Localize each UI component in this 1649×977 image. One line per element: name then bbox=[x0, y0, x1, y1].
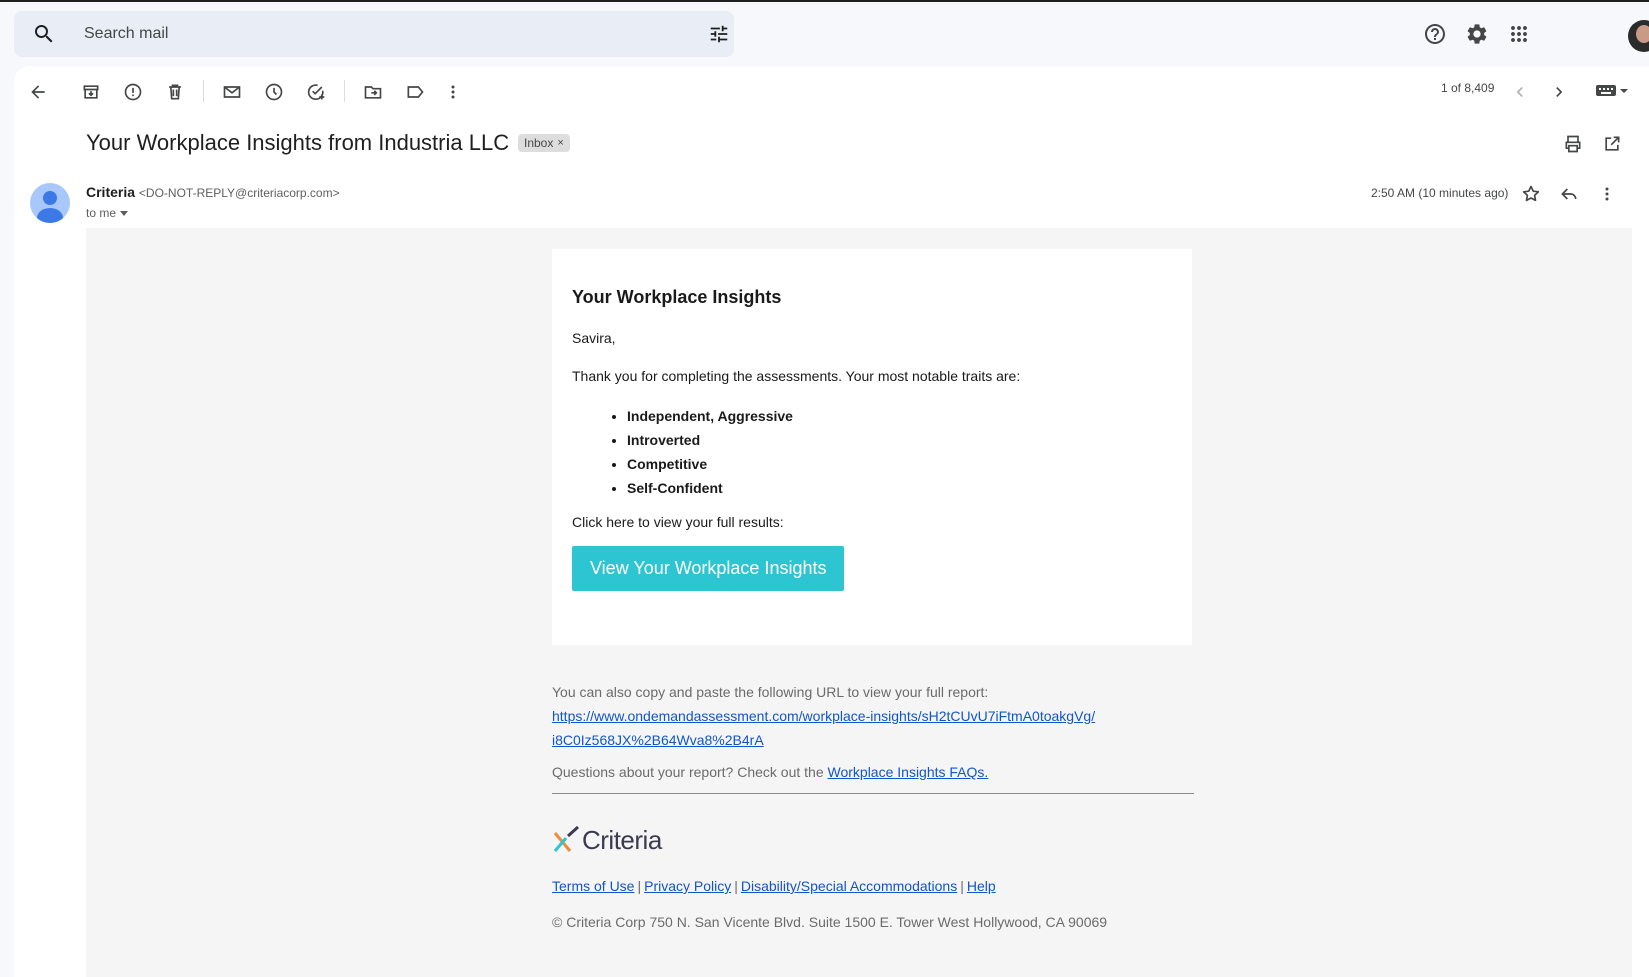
message-counter: 1 of 8,409 bbox=[1441, 81, 1495, 95]
sender-avatar[interactable] bbox=[30, 183, 70, 223]
email-subject: Your Workplace Insights from Industria L… bbox=[86, 130, 510, 155]
print-icon[interactable] bbox=[1563, 134, 1583, 154]
sender-email: <DO-NOT-REPLY@criteriacorp.com> bbox=[138, 186, 340, 200]
move-to-icon[interactable] bbox=[363, 82, 383, 102]
reply-icon[interactable] bbox=[1559, 184, 1579, 204]
archive-icon[interactable] bbox=[81, 82, 101, 102]
search-bar[interactable] bbox=[14, 11, 734, 57]
recipient-dropdown[interactable]: to me bbox=[86, 206, 129, 220]
email-heading: Your Workplace Insights bbox=[572, 287, 782, 307]
faq-text: Questions about your report? Check out t… bbox=[552, 764, 828, 780]
recipient-label: to me bbox=[86, 206, 117, 220]
click-instruction: Click here to view your full results: bbox=[572, 514, 784, 530]
list-item: Competitive bbox=[627, 452, 1172, 476]
faq-paragraph: Questions about your report? Check out t… bbox=[552, 764, 1192, 780]
more-icon[interactable] bbox=[443, 82, 463, 102]
copy-url-text: You can also copy and paste the followin… bbox=[552, 684, 989, 700]
sender-info: Criteria <DO-NOT-REPLY@criteriacorp.com> bbox=[86, 184, 340, 200]
open-new-window-icon[interactable] bbox=[1602, 134, 1622, 154]
traits-list: Independent, Aggressive Introverted Comp… bbox=[627, 404, 1172, 500]
remove-label-icon[interactable]: × bbox=[557, 134, 563, 152]
avatar-body bbox=[37, 208, 63, 223]
add-task-icon[interactable] bbox=[306, 82, 326, 102]
avatar-head bbox=[43, 191, 57, 205]
criteria-logo-mark bbox=[553, 825, 580, 852]
email-footer: You can also copy and paste the followin… bbox=[552, 680, 1194, 930]
prev-icon[interactable] bbox=[1510, 82, 1530, 102]
copyright-text: © Criteria Corp 750 N. San Vicente Blvd.… bbox=[552, 914, 1108, 930]
list-item: Independent, Aggressive bbox=[627, 404, 1172, 428]
back-icon[interactable] bbox=[28, 82, 48, 102]
email-card: Your Workplace Insights Savira, Thank yo… bbox=[552, 249, 1192, 645]
criteria-logo: Criteria bbox=[552, 824, 1192, 856]
copy-url-paragraph: You can also copy and paste the followin… bbox=[552, 680, 1192, 752]
tune-icon[interactable] bbox=[708, 23, 730, 45]
footer-divider bbox=[552, 793, 1194, 794]
top-bar bbox=[0, 2, 1649, 64]
terms-link[interactable]: Terms of Use bbox=[552, 878, 634, 894]
star-icon[interactable] bbox=[1521, 184, 1541, 204]
criteria-logo-text: Criteria bbox=[582, 824, 662, 855]
label-icon[interactable] bbox=[405, 82, 425, 102]
account-avatar[interactable] bbox=[1628, 20, 1649, 52]
chip-label: Inbox bbox=[524, 136, 554, 150]
link-separator: | bbox=[637, 878, 642, 894]
report-spam-icon[interactable] bbox=[123, 82, 143, 102]
report-url-link[interactable]: https://www.ondemandassessment.com/workp… bbox=[552, 708, 1095, 748]
apps-icon[interactable] bbox=[1507, 22, 1531, 46]
link-separator: | bbox=[734, 878, 738, 894]
privacy-link[interactable]: Privacy Policy bbox=[644, 878, 731, 894]
avatar-face bbox=[1636, 25, 1649, 43]
message-panel: 1 of 8,409 Your Workplace Insights from … bbox=[14, 66, 1649, 977]
faq-link[interactable]: Workplace Insights FAQs. bbox=[828, 764, 989, 780]
report-url-line: i8C0Iz568JX%2B64Wva8%2B4rA bbox=[552, 732, 764, 748]
inbox-label-chip[interactable]: Inbox × bbox=[518, 134, 570, 152]
list-item: Introverted bbox=[627, 428, 1172, 452]
toolbar-divider bbox=[344, 80, 345, 102]
view-insights-button[interactable]: View Your Workplace Insights bbox=[572, 546, 845, 591]
more-icon[interactable] bbox=[1597, 184, 1617, 204]
delete-icon[interactable] bbox=[165, 82, 185, 102]
toolbar-divider bbox=[203, 80, 204, 102]
email-body: Your Workplace Insights Savira, Thank yo… bbox=[86, 228, 1632, 977]
intro-text: Thank you for completing the assessments… bbox=[572, 368, 1021, 384]
snooze-icon[interactable] bbox=[264, 82, 284, 102]
report-url-line: https://www.ondemandassessment.com/workp… bbox=[552, 708, 1096, 724]
chevron-down-icon[interactable] bbox=[120, 210, 129, 216]
search-icon[interactable] bbox=[32, 22, 56, 46]
settings-icon[interactable] bbox=[1465, 22, 1489, 46]
email-timestamp: 2:50 AM (10 minutes ago) bbox=[1371, 186, 1509, 200]
help-link[interactable]: Help bbox=[967, 878, 996, 894]
keyboard-icon[interactable] bbox=[1594, 80, 1634, 102]
mark-unread-icon[interactable] bbox=[222, 82, 242, 102]
footer-links: Terms of Use | Privacy Policy | Disability/S… bbox=[552, 878, 1192, 894]
greeting: Savira, bbox=[572, 330, 616, 346]
sender-name[interactable]: Criteria bbox=[86, 184, 135, 200]
list-item: Self-Confident bbox=[627, 476, 1172, 500]
search-input[interactable] bbox=[84, 19, 644, 49]
accommodations-link[interactable]: Disability/Special Accommodations bbox=[741, 878, 957, 894]
help-icon[interactable] bbox=[1423, 22, 1447, 46]
next-icon[interactable] bbox=[1549, 82, 1569, 102]
link-separator: | bbox=[960, 878, 964, 894]
